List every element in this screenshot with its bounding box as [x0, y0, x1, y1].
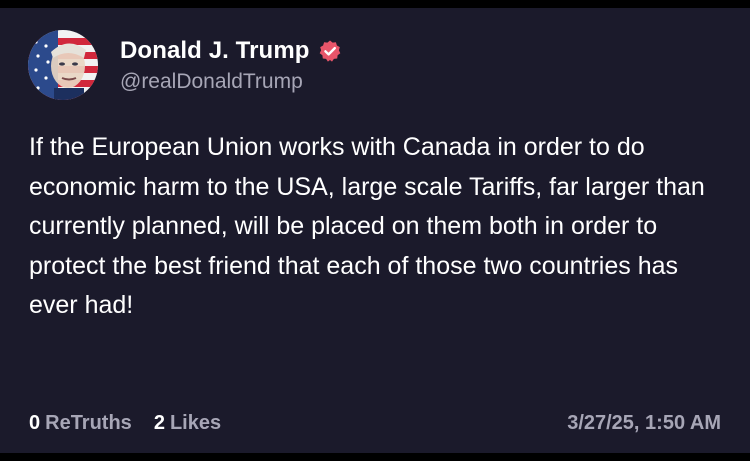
likes-label: Likes	[169, 411, 222, 434]
author-name-row: Donald J. Trump	[120, 34, 342, 68]
profile-avatar[interactable]	[28, 30, 98, 100]
avatar-image	[28, 30, 98, 100]
post-body-text: If the European Union works with Canada …	[29, 133, 705, 319]
post-timestamp[interactable]: 3/27/25, 1:50 AM	[567, 412, 721, 435]
post-card: Donald J. Trump @realDonaldTrump If the …	[0, 8, 750, 453]
retruths-count: 0	[29, 411, 41, 434]
likes-count: 2	[153, 411, 165, 434]
author-handle[interactable]: @realDonaldTrump	[120, 70, 303, 94]
retruths-label: ReTruths	[45, 411, 132, 434]
author-display-name[interactable]: Donald J. Trump	[120, 37, 310, 65]
retruths-stat[interactable]: 0 ReTruths	[29, 412, 132, 435]
verified-badge-icon	[319, 40, 340, 62]
post-footer: 0 ReTruths 2 Likes 3/27/25, 1:50 AM	[29, 408, 721, 438]
likes-stat[interactable]: 2 Likes	[154, 412, 221, 435]
